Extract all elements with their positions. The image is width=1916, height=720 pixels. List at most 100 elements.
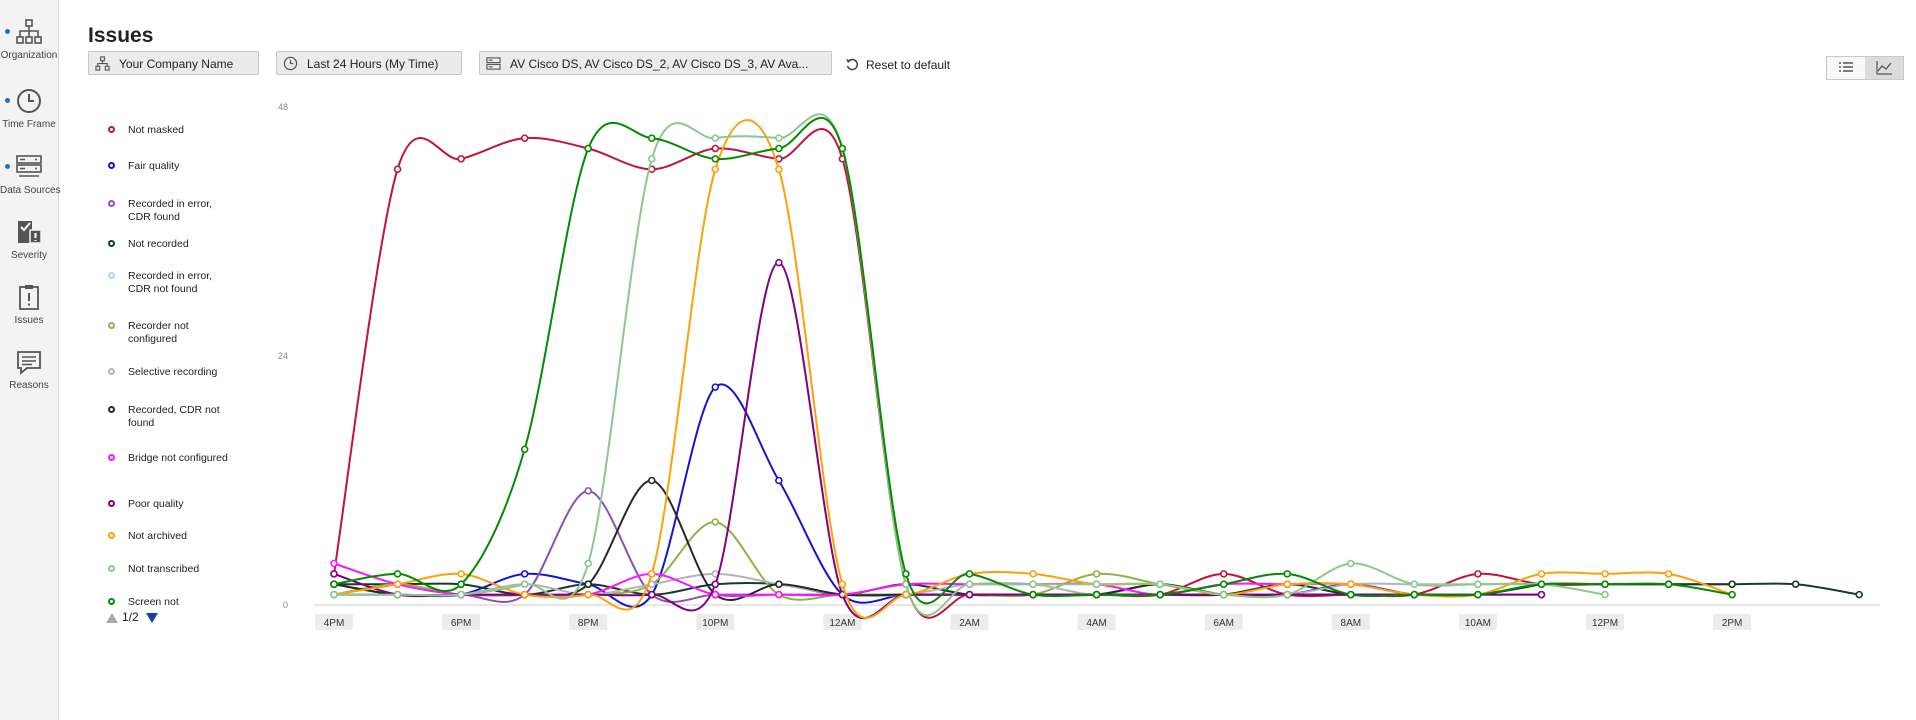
nav-label: Time Frame xyxy=(2,119,56,130)
data-point xyxy=(330,580,338,589)
data-point xyxy=(775,580,783,589)
legend-label: Not recorded xyxy=(128,238,189,250)
legend-marker xyxy=(108,565,115,572)
filter-value: Your Company Name xyxy=(119,57,234,71)
chart-view-button[interactable] xyxy=(1865,57,1903,79)
data-point xyxy=(647,155,656,163)
data-point xyxy=(1728,580,1736,589)
list-icon xyxy=(1839,62,1853,72)
list-view-button[interactable] xyxy=(1827,57,1866,79)
legend-prev-icon[interactable] xyxy=(106,613,118,623)
series-line xyxy=(333,128,1733,619)
data-point xyxy=(393,590,402,599)
data-point xyxy=(1664,580,1673,589)
data-point xyxy=(647,590,656,599)
data-point xyxy=(647,134,656,142)
data-point xyxy=(1664,570,1673,578)
data-point xyxy=(838,580,847,589)
data-point xyxy=(1474,580,1482,589)
data-point xyxy=(647,476,656,485)
server-icon xyxy=(486,57,501,70)
data-point xyxy=(1092,590,1101,599)
organization-filter[interactable]: Your Company Name xyxy=(88,51,259,75)
data-point xyxy=(775,258,783,267)
data-point xyxy=(1156,590,1164,599)
legend-label: Recorder not configured xyxy=(128,320,189,345)
nav-label: Data Sources xyxy=(0,185,61,196)
series-line xyxy=(333,117,1733,605)
data-point xyxy=(1474,590,1482,599)
clock-icon xyxy=(283,56,298,71)
data-point xyxy=(584,590,593,599)
nav-label: Issues xyxy=(14,315,44,326)
org-chart-icon xyxy=(16,19,42,44)
nav-organization[interactable]: Organization xyxy=(0,16,58,76)
active-indicator xyxy=(5,29,10,34)
nav-label: Organization xyxy=(0,50,58,61)
datasources-filter[interactable]: AV Cisco DS, AV Cisco DS_2, AV Cisco DS_… xyxy=(479,51,832,75)
data-point xyxy=(520,580,529,589)
data-point xyxy=(711,383,720,391)
data-point xyxy=(520,445,529,454)
nav-severity[interactable]: Severity xyxy=(0,216,58,276)
data-point xyxy=(1537,590,1546,599)
data-point xyxy=(584,580,593,589)
nav-label: Severity xyxy=(10,250,48,261)
data-point xyxy=(520,134,529,142)
active-indicator xyxy=(5,164,10,169)
data-point xyxy=(584,559,593,568)
data-point xyxy=(1219,590,1228,599)
clipboard-icon xyxy=(19,285,39,310)
data-point xyxy=(775,134,783,142)
comment-icon xyxy=(17,351,41,375)
severity-icon xyxy=(18,221,42,244)
x-tick-label: 2AM xyxy=(959,618,980,629)
sidebar: Organization Time Frame Data Sources Sev… xyxy=(0,0,61,720)
x-tick-label: 12PM xyxy=(1592,618,1618,629)
x-tick-label: 8AM xyxy=(1341,618,1362,629)
timeframe-filter[interactable]: Last 24 Hours (My Time) xyxy=(276,51,462,75)
data-point xyxy=(1029,590,1037,599)
legend-label: Bridge not configured xyxy=(128,452,228,464)
y-tick-label: 24 xyxy=(278,351,288,361)
data-point xyxy=(1601,570,1609,578)
legend-marker xyxy=(108,368,115,375)
nav-issues[interactable]: Issues xyxy=(0,281,58,341)
x-tick-label: 4AM xyxy=(1086,618,1107,629)
data-point xyxy=(1410,580,1419,589)
data-point xyxy=(457,580,465,589)
data-point xyxy=(1092,580,1101,589)
data-point xyxy=(330,570,338,578)
data-point xyxy=(1029,580,1037,589)
nav-time-frame[interactable]: Time Frame xyxy=(0,85,58,145)
data-point xyxy=(1855,590,1863,599)
legend-marker xyxy=(108,162,115,169)
data-point xyxy=(1474,570,1482,578)
legend-marker xyxy=(108,454,115,461)
nav-reasons[interactable]: Reasons xyxy=(0,346,58,406)
legend-marker xyxy=(108,598,115,605)
data-point xyxy=(584,144,593,153)
legend-label: Poor quality xyxy=(128,498,184,510)
data-point xyxy=(330,590,338,599)
series-line xyxy=(333,479,1542,601)
data-point xyxy=(775,144,783,153)
data-point xyxy=(711,144,720,153)
data-point xyxy=(1601,590,1609,599)
data-point xyxy=(1537,580,1546,589)
data-point xyxy=(393,580,402,589)
data-point xyxy=(1791,580,1800,589)
data-point xyxy=(838,144,847,153)
data-point xyxy=(1347,580,1355,589)
reset-icon xyxy=(846,58,859,71)
legend-label: Recorded, CDR not found xyxy=(128,404,220,429)
nav-data-sources[interactable]: Data Sources xyxy=(0,151,61,211)
data-point xyxy=(902,570,910,578)
legend-label: Fair quality xyxy=(128,160,180,172)
legend-next-icon[interactable] xyxy=(146,613,158,623)
data-point xyxy=(1728,590,1736,599)
reset-label: Reset to default xyxy=(866,58,951,72)
legend-label: Recorded in error, CDR found xyxy=(128,198,213,223)
data-point xyxy=(520,570,529,578)
data-point xyxy=(457,155,465,163)
